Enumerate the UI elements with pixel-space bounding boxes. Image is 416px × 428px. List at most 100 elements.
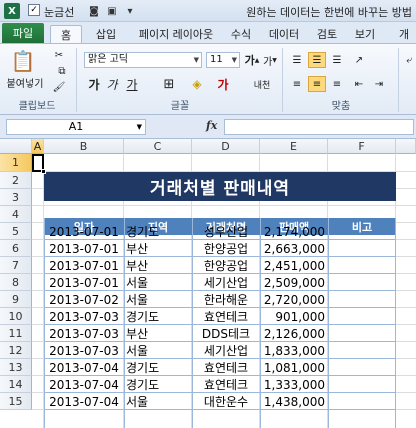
- column-header-g[interactable]: [396, 139, 416, 154]
- row-header[interactable]: 8: [0, 274, 32, 291]
- row-header[interactable]: 1: [0, 154, 32, 172]
- tab-file[interactable]: 파일: [2, 23, 44, 43]
- region-cell[interactable]: 경기도: [124, 359, 192, 376]
- fill-handle[interactable]: [41, 169, 46, 174]
- decrease-indent-icon[interactable]: ⇤: [350, 76, 368, 92]
- date-cell[interactable]: 2013-07-02: [44, 291, 124, 308]
- date-cell[interactable]: 2013-07-04: [44, 393, 124, 410]
- paste-icon[interactable]: 📋: [8, 48, 38, 74]
- client-cell[interactable]: 세기산업: [192, 342, 260, 359]
- notes-cell[interactable]: [328, 359, 396, 376]
- row-header[interactable]: 3: [0, 189, 32, 206]
- sales-cell[interactable]: 2,174,000: [260, 223, 328, 240]
- column-header-f[interactable]: F: [328, 139, 396, 154]
- shrink-font-button[interactable]: 가 ▼: [262, 52, 278, 68]
- align-top-icon[interactable]: ☰: [288, 52, 306, 68]
- date-cell[interactable]: 2013-07-04: [44, 376, 124, 393]
- align-middle-icon[interactable]: ☰: [308, 52, 326, 68]
- formula-input[interactable]: [224, 119, 414, 135]
- tab-home[interactable]: 홈: [50, 25, 82, 43]
- name-box[interactable]: A1 ▼: [6, 119, 146, 135]
- column-header-e[interactable]: E: [260, 139, 328, 154]
- grow-font-button[interactable]: 가 ▲: [244, 52, 260, 68]
- notes-cell[interactable]: [328, 308, 396, 325]
- column-header-b[interactable]: B: [44, 139, 124, 154]
- region-cell[interactable]: 경기도: [124, 376, 192, 393]
- notes-cell[interactable]: [328, 240, 396, 257]
- sales-cell[interactable]: 1,438,000: [260, 393, 328, 410]
- italic-button[interactable]: 가: [104, 76, 120, 92]
- sales-cell[interactable]: 1,833,000: [260, 342, 328, 359]
- tab-data[interactable]: 데이터: [264, 25, 304, 43]
- align-bottom-icon[interactable]: ☰: [328, 52, 346, 68]
- sales-cell[interactable]: 901,000: [260, 308, 328, 325]
- row-header[interactable]: 4: [0, 206, 32, 223]
- underline-button[interactable]: 가: [122, 76, 142, 92]
- tab-insert[interactable]: 삽입: [90, 25, 122, 43]
- region-cell[interactable]: 부산: [124, 325, 192, 342]
- image-icon[interactable]: ▣: [104, 3, 120, 19]
- sales-cell[interactable]: 2,451,000: [260, 257, 328, 274]
- align-right-icon[interactable]: ≡: [328, 76, 346, 92]
- tab-review[interactable]: 검토: [312, 25, 342, 43]
- worksheet[interactable]: A B C D E F 1 2 3 4 5 6 7 8 9 10 11 12 13 14 15 거래처별 판…: [0, 139, 416, 428]
- notes-cell[interactable]: [328, 223, 396, 240]
- select-all-corner[interactable]: [0, 139, 32, 154]
- sales-cell[interactable]: 2,720,000: [260, 291, 328, 308]
- phonetic-button[interactable]: 내천: [248, 76, 276, 92]
- bold-button[interactable]: 가: [86, 76, 102, 92]
- qat-dropdown-icon[interactable]: ▾: [122, 3, 138, 19]
- tab-view[interactable]: 보기: [350, 25, 380, 43]
- row-header[interactable]: 7: [0, 257, 32, 274]
- wrap-text-icon[interactable]: ⤶: [402, 52, 416, 68]
- region-cell[interactable]: 서울: [124, 274, 192, 291]
- row-header[interactable]: 13: [0, 359, 32, 376]
- camera-icon[interactable]: ◙: [86, 3, 102, 19]
- row-header[interactable]: 6: [0, 240, 32, 257]
- tab-formulas[interactable]: 수식: [226, 25, 256, 43]
- insert-function-button[interactable]: fx: [206, 119, 217, 132]
- sales-cell[interactable]: 2,509,000: [260, 274, 328, 291]
- tab-page-layout[interactable]: 페이지 레이아웃: [130, 25, 222, 43]
- region-cell[interactable]: 부산: [124, 257, 192, 274]
- sales-cell[interactable]: 1,081,000: [260, 359, 328, 376]
- fill-color-icon[interactable]: ◈: [186, 76, 208, 92]
- region-cell[interactable]: 서울: [124, 291, 192, 308]
- sales-cell[interactable]: 1,333,000: [260, 376, 328, 393]
- region-cell[interactable]: 경기도: [124, 223, 192, 240]
- row-header[interactable]: 9: [0, 291, 32, 308]
- client-cell[interactable]: 한양공업: [192, 240, 260, 257]
- copy-icon[interactable]: ⧉: [52, 64, 72, 78]
- font-color-icon[interactable]: 가: [212, 76, 234, 92]
- region-cell[interactable]: 서울: [124, 393, 192, 410]
- client-cell[interactable]: 한라해운: [192, 291, 260, 308]
- column-header-d[interactable]: D: [192, 139, 260, 154]
- notes-cell[interactable]: [328, 274, 396, 291]
- row-header[interactable]: 2: [0, 172, 32, 189]
- tab-developer[interactable]: 개: [394, 25, 414, 43]
- notes-cell[interactable]: [328, 291, 396, 308]
- notes-cell[interactable]: [328, 393, 396, 410]
- increase-indent-icon[interactable]: ⇥: [370, 76, 388, 92]
- paste-label[interactable]: 붙여넣기: [2, 76, 48, 90]
- row-header[interactable]: 15: [0, 393, 32, 410]
- excel-logo-icon[interactable]: X: [4, 3, 20, 19]
- row-header[interactable]: 14: [0, 376, 32, 393]
- format-painter-icon[interactable]: 🖌: [52, 80, 66, 94]
- align-center-icon[interactable]: ≡: [308, 76, 326, 92]
- client-cell[interactable]: 한양공업: [192, 257, 260, 274]
- font-size-combo[interactable]: 11 ▼: [206, 52, 240, 68]
- client-cell[interactable]: 성우산업: [192, 223, 260, 240]
- date-cell[interactable]: 2013-07-01: [44, 223, 124, 240]
- sales-cell[interactable]: 2,663,000: [260, 240, 328, 257]
- sales-cell[interactable]: 2,126,000: [260, 325, 328, 342]
- row-header[interactable]: 11: [0, 325, 32, 342]
- region-cell[interactable]: 부산: [124, 240, 192, 257]
- align-left-icon[interactable]: ≡: [288, 76, 306, 92]
- notes-cell[interactable]: [328, 342, 396, 359]
- client-cell[interactable]: 대한운수: [192, 393, 260, 410]
- date-cell[interactable]: 2013-07-03: [44, 342, 124, 359]
- column-header-a[interactable]: A: [32, 139, 44, 154]
- client-cell[interactable]: 효연테크: [192, 376, 260, 393]
- client-cell[interactable]: DDS테크: [192, 325, 260, 342]
